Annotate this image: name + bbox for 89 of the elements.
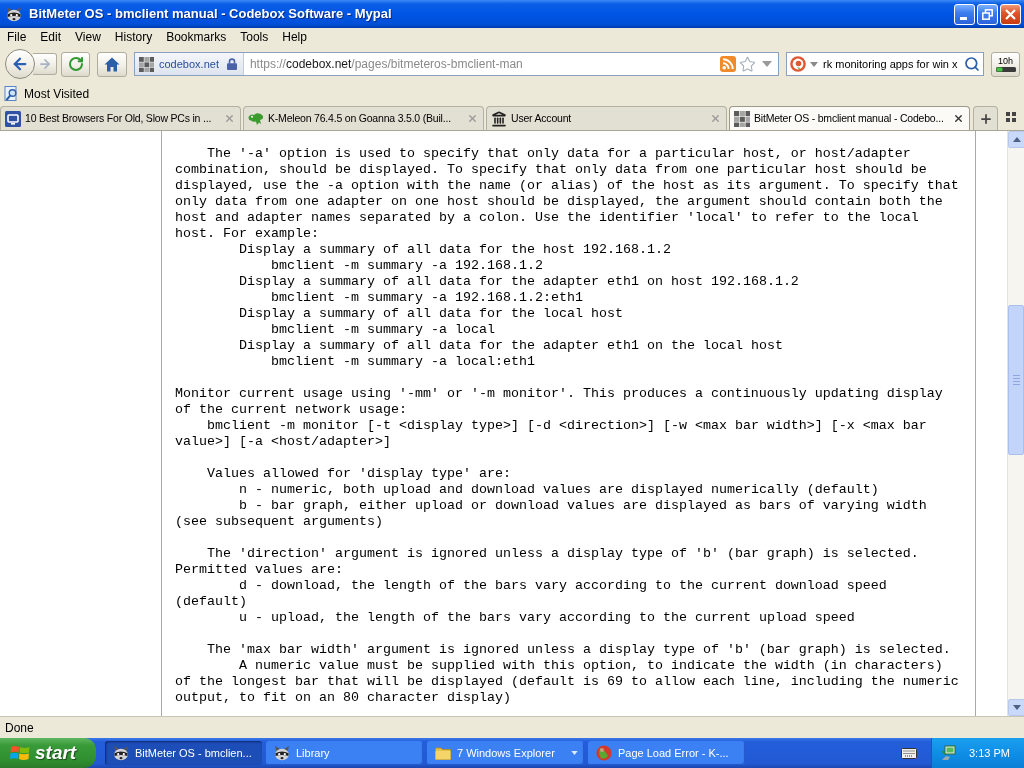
manual-paragraph: The 'max bar width' argument is ignored unless a display type of 'b' (bar graph) is selected. [207,642,951,658]
home-icon [104,56,120,72]
manual-list-item: Display a summary of all data for the local host [239,306,623,322]
restore-icon [982,8,993,20]
meter-bar-icon [995,67,1016,72]
scroll-down-button[interactable] [1008,699,1024,716]
manual-list-item: A numeric value must be supplied with this option, to indicate the width (in characters) of the longest bar that will be displayed (default is 69 to allow each line, including the numeric output, to fit on an 80 character display) [175,658,959,706]
manual-list-item: b - bar graph, either upload or download values are displayed as bars of varying width (see subsequent arguments) [175,498,927,530]
plus-icon [978,111,993,126]
menu-item[interactable]: Edit [33,28,69,46]
scroll-up-button[interactable] [1008,131,1024,148]
manual-paragraph: Monitor current usage using '-mm' or '-m monitor'. This produces a continuously updating display of the current network usage: [175,386,943,418]
home-button[interactable] [97,51,127,77]
manual-list-item: d - download, the length of the bars vary according to the current download speed (default) [175,578,887,610]
search-text: rk monitoring apps for win x [823,56,958,72]
network-icon[interactable] [941,745,957,761]
bookmark-item[interactable]: Most Visited [4,84,90,103]
taskbar-button[interactable]: Library [266,741,423,765]
lock-icon [226,58,237,70]
manual-paragraph: The 'direction' argument is ignored unless a display type of 'b' (bar graph) is selected. Permitted values are: [175,546,919,578]
menu-item[interactable]: Help [275,28,314,46]
manual-paragraph: Values allowed for 'display type' are: [207,466,511,482]
address-bar[interactable]: codebox.net https://codebox.net/pages/bitmeteros-bmclient-man [134,52,779,76]
tab-list-icon[interactable] [1006,112,1016,122]
folder-icon [435,745,451,761]
taskbar-button[interactable]: Page Load Error - K-... [588,741,745,765]
manual-list-item: u - upload, the length of the bars vary according to the current upload speed [239,610,855,626]
manual-list-item: Display a summary of all data for the host 192.168.1.2 [239,242,671,258]
command-example: bmclient -m summary -a local:eth1 [271,354,535,370]
caret-down-icon[interactable] [571,751,578,755]
url-text: https://codebox.net/pages/bitmeteros-bmclient-man [249,56,523,73]
lizard-icon [248,110,264,127]
site-identity-button[interactable]: codebox.net [135,53,244,75]
close-icon[interactable] [953,113,964,124]
page-search-icon [4,85,20,102]
new-tab-button[interactable] [973,106,998,130]
star-icon[interactable] [739,55,756,73]
caret-down-icon [1012,705,1021,710]
manual-list-item: n - numeric, both upload and download values are displayed numerically (default) [239,482,879,498]
tab[interactable]: User Account [486,106,727,130]
menu-item[interactable]: Bookmarks [159,28,234,46]
round-logo-icon [790,56,806,72]
minimize-button[interactable] [954,3,975,25]
manual-paragraph: The '-a' option is used to specify that only data for a particular host, or host/adapter combination, should be displayed. To specify that only data from one particular host should be displayed, use the -a option with the name (or alias) of the host as its argument. To specify that only data from one adapter on one host should be displayed, the argument should contain both the host and adapter names separated by a colon. Use the identifier 'local' to refer to the local host. For example: [175,146,959,242]
menu-item[interactable]: File [0,28,34,46]
raccoon-icon [6,6,22,22]
globe-icon [596,745,612,761]
tab[interactable]: 10 Best Browsers For Old, Slow PCs in ... [0,106,241,130]
restore-button[interactable] [977,3,998,25]
tab[interactable]: K-Meleon 76.4.5 on Goanna 3.5.0 (Buil... [243,106,484,130]
tab[interactable]: BitMeter OS - bmclient manual - Codebo... [729,106,970,130]
close-icon [1005,8,1016,20]
status-text: Done [5,719,34,737]
manual-paragraph: bmclient -m monitor [-t <display type>] [-d <direction>] [-w <max bar width>] [-x <max bar value>] [-a <host/adapter>] [175,418,927,450]
window-title: BitMeter OS - bmclient manual - Codebox Software - Mypal [29,5,392,24]
raccoon-icon [113,745,129,761]
grid-icon [139,56,154,72]
flag-icon [10,744,30,762]
menu-item[interactable]: Tools [233,28,276,46]
taskbar-button[interactable]: BitMeter OS - bmclien... [105,741,262,765]
scrollbar-track[interactable] [1007,131,1024,716]
start-button[interactable]: start [0,738,96,768]
menu-item[interactable]: View [68,28,108,46]
caret-up-icon [1012,137,1021,142]
raccoon-icon [274,745,290,761]
search-field[interactable]: rk monitoring apps for win x [786,52,984,76]
taskbar-button[interactable]: 7 Windows Explorer [427,741,584,765]
caret-down-icon[interactable] [762,61,772,67]
manual-list-item: Display a summary of all data for the adapter eth1 on the local host [239,338,783,354]
square-logo-icon [5,110,21,127]
keyboard-icon[interactable] [901,747,917,759]
command-example: bmclient -m summary -a 192.168.1.2 [271,258,543,274]
clock-text: 3:13 PM [969,745,1010,761]
menu-item[interactable]: History [107,28,160,46]
scrollbar-thumb[interactable] [1008,305,1024,455]
reload-icon [67,56,84,72]
rss-icon[interactable] [720,56,736,72]
minimize-icon [959,16,967,20]
grid-icon [734,110,750,127]
caret-down-icon[interactable] [810,61,818,67]
close-button[interactable] [1000,3,1021,25]
meter-button[interactable]: 10h [991,51,1020,77]
landmark-icon [491,110,507,127]
reload-button[interactable] [61,51,90,77]
search-icon[interactable] [964,56,980,72]
command-example: bmclient -m summary -a local [271,322,495,338]
back-button[interactable] [5,49,35,79]
command-example: bmclient -m summary -a 192.168.1.2:eth1 [271,290,583,306]
manual-list-item: Display a summary of all data for the adapter eth1 on host 192.168.1.2 [239,274,799,290]
